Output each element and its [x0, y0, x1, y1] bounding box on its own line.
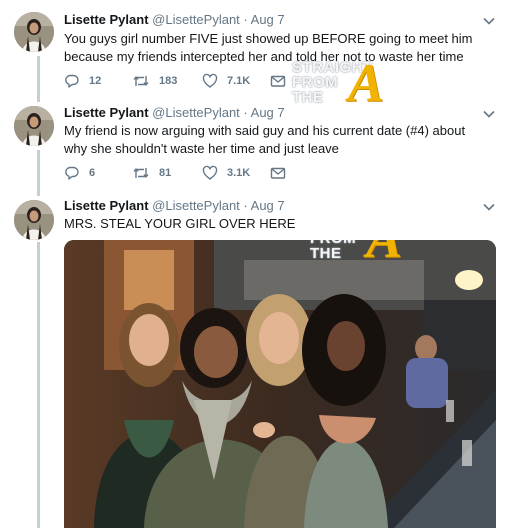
reply-icon	[65, 166, 79, 180]
reply-icon	[65, 74, 79, 88]
like-button[interactable]: 3.1K	[202, 165, 250, 181]
retweet-button[interactable]: 183	[132, 73, 177, 89]
author-handle[interactable]: @LisettePylant	[152, 12, 240, 27]
avatar-image	[14, 12, 54, 52]
tweet-header: Lisette Pylant @LisettePylant · Aug 7	[64, 105, 285, 120]
tweet-photo[interactable]: STRAIGHT FROM THE A	[64, 240, 496, 528]
watermark: STRAIGHT FROM THE A	[310, 240, 402, 266]
tweet[interactable]: Lisette Pylant @LisettePylant · Aug 7 My…	[0, 100, 520, 195]
heart-icon	[202, 165, 218, 180]
tweet-header: Lisette Pylant @LisettePylant · Aug 7	[64, 198, 285, 213]
tweet-date[interactable]: · Aug 7	[243, 198, 284, 213]
avatar-image	[14, 106, 54, 146]
author-name[interactable]: Lisette Pylant	[64, 198, 149, 213]
tweet-text: My friend is now arguing with said guy a…	[64, 123, 466, 156]
like-count: 3.1K	[227, 167, 251, 179]
reply-count: 6	[89, 167, 96, 179]
watermark: STRAIGHT FROM THE A	[292, 56, 384, 110]
author-name[interactable]: Lisette Pylant	[64, 12, 149, 27]
message-icon	[270, 167, 286, 179]
retweet-count: 183	[159, 75, 178, 87]
retweet-count: 81	[159, 167, 172, 179]
retweet-icon	[133, 168, 149, 178]
chevron-down-icon[interactable]	[482, 14, 496, 28]
like-count: 7.1K	[227, 75, 251, 87]
tweet-date[interactable]: · Aug 7	[243, 12, 284, 27]
message-button[interactable]	[270, 165, 286, 181]
message-icon	[270, 75, 286, 87]
chevron-down-icon[interactable]	[482, 107, 496, 121]
tweet-actions: 6 81 3.1K	[64, 165, 304, 185]
retweet-icon	[133, 76, 149, 86]
tweet-text: You guys girl number FIVE just showed up…	[64, 31, 473, 64]
reply-button[interactable]: 12	[64, 73, 101, 89]
author-handle[interactable]: @LisettePylant	[152, 105, 240, 120]
tweet[interactable]: Lisette Pylant @LisettePylant · Aug 7 Yo…	[0, 0, 520, 110]
reply-count: 12	[89, 75, 102, 87]
avatar-image	[14, 200, 54, 240]
reply-button[interactable]: 6	[64, 165, 95, 181]
group-photo-image	[64, 240, 496, 528]
avatar[interactable]	[14, 200, 54, 240]
like-button[interactable]: 7.1K	[202, 73, 250, 89]
watermark-letter: A	[366, 240, 403, 266]
heart-icon	[202, 73, 218, 88]
chevron-down-icon[interactable]	[482, 200, 496, 214]
tweet-date[interactable]: · Aug 7	[243, 105, 284, 120]
tweet-text: MRS. STEAL YOUR GIRL OVER HERE	[64, 216, 296, 231]
avatar[interactable]	[14, 12, 54, 52]
message-button[interactable]	[270, 73, 286, 89]
avatar[interactable]	[14, 106, 54, 146]
author-name[interactable]: Lisette Pylant	[64, 105, 149, 120]
tweet-actions: 12 183 7.1K	[64, 73, 304, 93]
retweet-button[interactable]: 81	[132, 165, 171, 181]
tweet-header: Lisette Pylant @LisettePylant · Aug 7	[64, 12, 285, 27]
author-handle[interactable]: @LisettePylant	[152, 198, 240, 213]
